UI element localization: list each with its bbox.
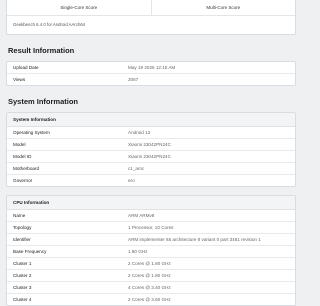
cpu-information-panel: CPU Information Name ARM ARMv8 Topology … [6, 195, 296, 306]
multi-core-score-label: Multi-Core Score [150, 0, 296, 15]
table-row: Identifier ARM implementer 65 architectu… [7, 233, 295, 245]
row-value: Xiaomi 23042PN24C [128, 142, 171, 147]
row-key: Views [13, 77, 26, 82]
single-core-score-label: Single-Core Score [60, 5, 98, 10]
table-row: Cluster 1 2 Cores @ 1.80 GHz [7, 257, 295, 269]
system-information-rows: Operating System Android 13 Model Xiaomi… [7, 127, 295, 186]
geekbench-version: Geekbench 6.4.0 for Android AArch64 [13, 22, 86, 27]
row-value: 2 Cores @ 1.80 GHz [128, 273, 171, 278]
row-value: ero [128, 178, 135, 183]
table-row: Governor ero [7, 174, 295, 186]
panel-title: CPU Information [7, 196, 295, 210]
row-value: 1 Processor, 10 Cores [128, 225, 174, 230]
row-value: 4 Cores @ 3.40 GHz [128, 285, 171, 290]
table-row: Cluster 3 4 Cores @ 3.40 GHz [7, 281, 295, 293]
row-value: 1.80 GHz [128, 249, 148, 254]
row-key: Cluster 1 [13, 261, 32, 266]
cpu-information-rows: Name ARM ARMv8 Topology 1 Processor, 10 … [7, 210, 295, 305]
row-value: ARM implementer 65 architecture 8 varian… [128, 237, 261, 242]
row-key: Base Frequency [13, 249, 47, 254]
table-row: Cluster 2 2 Cores @ 1.80 GHz [7, 269, 295, 281]
score-card: Single-Core Score Multi-Core Score Geekb… [6, 0, 296, 35]
panel-title: System Information [7, 113, 295, 127]
system-information-panel: System Information Operating System Andr… [6, 112, 296, 187]
row-key: Governor [13, 178, 33, 183]
table-row: Upload Date May 19 2025 12:15 AM [7, 62, 295, 73]
row-value: 2 Cores @ 1.80 GHz [128, 261, 171, 266]
result-information-table: Upload Date May 19 2025 12:15 AM Views 2… [6, 61, 296, 86]
row-value: Xiaomi 23042PN24C [128, 154, 171, 159]
row-key: Topology [13, 225, 32, 230]
row-value: May 19 2025 12:15 AM [128, 65, 176, 70]
result-information-title: Result Information [8, 46, 75, 55]
system-information-title: System Information [8, 97, 79, 106]
row-key: Operating System [13, 130, 50, 135]
row-key: Upload Date [13, 65, 39, 70]
table-row: Name ARM ARMv8 [7, 210, 295, 221]
row-value: Android 13 [128, 130, 151, 135]
table-row: Base Frequency 1.80 GHz [7, 245, 295, 257]
row-key: Name [13, 213, 26, 218]
table-row: Motherboard c1_amc [7, 162, 295, 174]
row-value: c1_amc [128, 166, 145, 171]
row-key: Cluster 2 [13, 273, 32, 278]
score-header: Single-Core Score Multi-Core Score [7, 0, 295, 16]
row-key: Model ID [13, 154, 32, 159]
row-key: Model [13, 142, 26, 147]
table-row: Model Xiaomi 23042PN24C [7, 138, 295, 150]
table-row: Views 2067 [7, 73, 295, 85]
table-row: Operating System Android 13 [7, 127, 295, 138]
row-key: Motherboard [13, 166, 40, 171]
table-row: Topology 1 Processor, 10 Cores [7, 221, 295, 233]
row-key: Identifier [13, 237, 31, 242]
row-value: ARM ARMv8 [128, 213, 155, 218]
table-row: Cluster 4 2 Cores @ 3.60 GHz [7, 293, 295, 305]
row-key: Cluster 3 [13, 285, 32, 290]
table-row: Model ID Xiaomi 23042PN24C [7, 150, 295, 162]
row-value: 2067 [128, 77, 139, 82]
